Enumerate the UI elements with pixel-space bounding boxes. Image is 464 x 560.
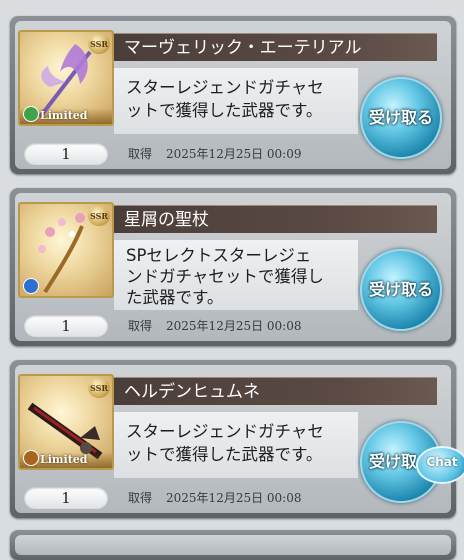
gift-list: SSR Limited マーヴェリック・エーテリアル スターレジェンドガチャセ … bbox=[0, 0, 464, 560]
quantity-field: 1 bbox=[24, 487, 108, 509]
description-line: ンドガチャセットで獲得し bbox=[126, 267, 324, 286]
acquired-info: 取得 2025年12月25日 00:08 bbox=[128, 489, 316, 506]
description-line: スターレジェンドガチャセ bbox=[126, 422, 324, 441]
item-description: SPセレクトスターレジェ ンドガチャセットで獲得し た武器です。 bbox=[114, 240, 358, 310]
item-description: スターレジェンドガチャセ ットで獲得した武器です。 bbox=[114, 412, 358, 478]
gift-item-card-partial bbox=[10, 530, 456, 560]
weapon-thumbnail: SSR Limited bbox=[18, 30, 114, 126]
rarity-badge: SSR bbox=[88, 206, 110, 226]
element-icon bbox=[23, 278, 39, 294]
chat-button[interactable]: Chat bbox=[416, 446, 464, 486]
quantity-field: 1 bbox=[24, 315, 108, 337]
acquired-date: 2025年12月25日 00:08 bbox=[166, 319, 302, 333]
description-line: ットで獲得した武器です。 bbox=[126, 445, 323, 464]
receive-button[interactable]: 受け取る bbox=[360, 77, 442, 159]
item-title: ヘルデンヒュムネ bbox=[114, 377, 437, 405]
rarity-badge: SSR bbox=[88, 378, 110, 398]
description-line: ットで獲得した武器です。 bbox=[126, 101, 323, 120]
acquired-label: 取得 bbox=[128, 147, 153, 161]
element-icon bbox=[23, 450, 39, 466]
gift-item-card: SSR Limited マーヴェリック・エーテリアル スターレジェンドガチャセ … bbox=[10, 16, 456, 174]
item-title: 星屑の聖杖 bbox=[114, 205, 437, 233]
acquired-date: 2025年12月25日 00:08 bbox=[166, 491, 302, 505]
rarity-badge: SSR bbox=[88, 34, 110, 54]
description-line: スターレジェンドガチャセ bbox=[126, 78, 324, 97]
element-icon bbox=[23, 106, 39, 122]
quantity-field: 1 bbox=[24, 143, 108, 165]
acquired-label: 取得 bbox=[128, 319, 153, 333]
acquired-info: 取得 2025年12月25日 00:09 bbox=[128, 145, 316, 162]
description-line: SPセレクトスターレジェ bbox=[126, 246, 312, 265]
receive-button[interactable]: 受け取る bbox=[360, 249, 442, 331]
item-description: スターレジェンドガチャセ ットで獲得した武器です。 bbox=[114, 68, 358, 134]
description-line: た武器です。 bbox=[126, 288, 224, 307]
weapon-thumbnail: SSR bbox=[18, 202, 114, 298]
acquired-label: 取得 bbox=[128, 491, 153, 505]
weapon-thumbnail: SSR Limited bbox=[18, 374, 114, 470]
acquired-info: 取得 2025年12月25日 00:08 bbox=[128, 317, 316, 334]
gift-item-card: SSR Limited ヘルデンヒュムネ スターレジェンドガチャセ ットで獲得し… bbox=[10, 360, 456, 518]
gift-item-inner bbox=[15, 535, 451, 555]
gift-item-card: SSR 星屑の聖杖 SPセレクトスターレジェ ンドガチャセットで獲得し た武器で… bbox=[10, 188, 456, 346]
item-title: マーヴェリック・エーテリアル bbox=[114, 33, 437, 61]
acquired-date: 2025年12月25日 00:09 bbox=[166, 147, 302, 161]
chat-bubble-icon[interactable]: Chat bbox=[416, 446, 464, 484]
